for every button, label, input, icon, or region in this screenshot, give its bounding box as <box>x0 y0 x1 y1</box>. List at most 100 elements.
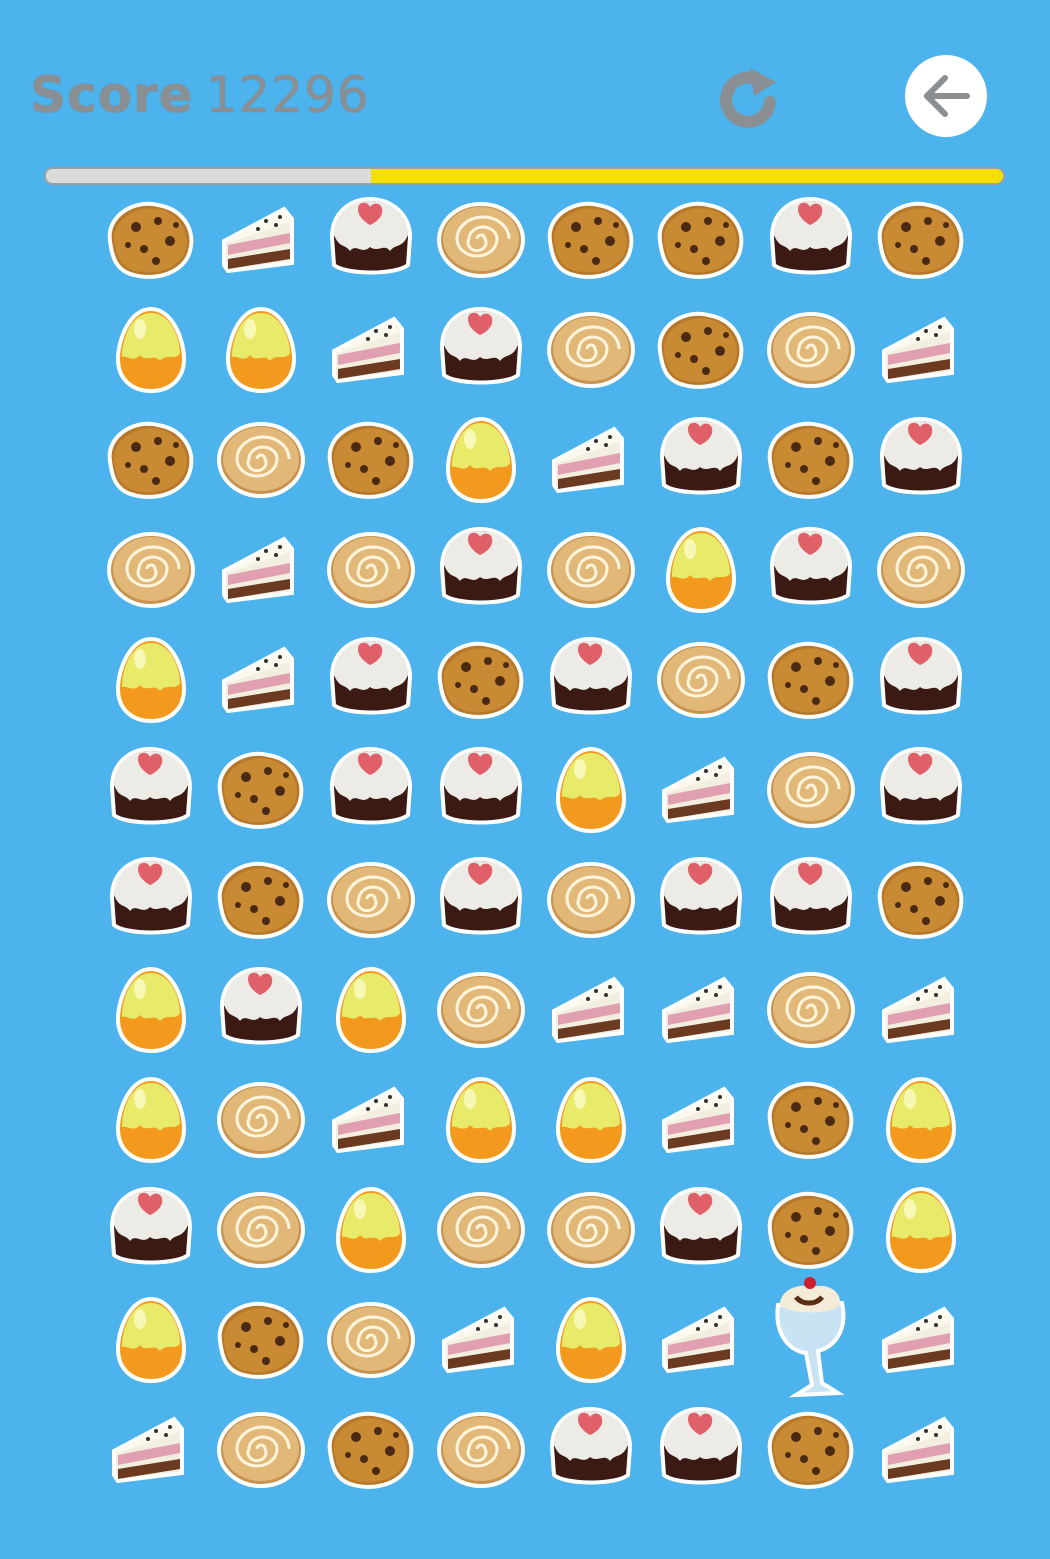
tile-cake[interactable] <box>866 1285 976 1395</box>
tile-cupcake[interactable] <box>536 1395 646 1505</box>
tile-cake[interactable] <box>316 295 426 405</box>
tile-egg[interactable] <box>536 1285 646 1395</box>
tile-cake[interactable] <box>206 625 316 735</box>
tile-egg[interactable] <box>96 625 206 735</box>
bun-icon <box>437 972 525 1048</box>
tile-cookie[interactable] <box>646 185 756 295</box>
tile-bun[interactable] <box>866 515 976 625</box>
cookie-icon <box>217 861 304 939</box>
back-button[interactable] <box>905 55 987 137</box>
tile-bun[interactable] <box>206 405 316 515</box>
tile-cupcake[interactable] <box>646 845 756 955</box>
tile-cake[interactable] <box>426 1285 536 1395</box>
tile-egg[interactable] <box>96 1065 206 1175</box>
tile-cake[interactable] <box>536 405 646 515</box>
tile-egg[interactable] <box>96 955 206 1065</box>
tile-cupcake[interactable] <box>646 1395 756 1505</box>
tile-cupcake[interactable] <box>316 625 426 735</box>
tile-cake[interactable] <box>646 1065 756 1175</box>
tile-cake[interactable] <box>206 185 316 295</box>
tile-bun[interactable] <box>756 955 866 1065</box>
tile-cake[interactable] <box>646 1285 756 1395</box>
tile-bun[interactable] <box>536 1175 646 1285</box>
tile-cupcake[interactable] <box>646 405 756 515</box>
tile-cupcake[interactable] <box>426 515 536 625</box>
tile-cake[interactable] <box>866 1395 976 1505</box>
tile-cookie[interactable] <box>206 845 316 955</box>
tile-bun[interactable] <box>426 185 536 295</box>
tile-bun[interactable] <box>316 845 426 955</box>
tile-bun[interactable] <box>206 1175 316 1285</box>
tile-egg[interactable] <box>646 515 756 625</box>
tile-cookie[interactable] <box>756 625 866 735</box>
tile-cookie[interactable] <box>756 1395 866 1505</box>
tile-cookie[interactable] <box>866 185 976 295</box>
tile-cupcake[interactable] <box>206 955 316 1065</box>
tile-cupcake[interactable] <box>426 735 536 845</box>
tile-cake[interactable] <box>96 1395 206 1505</box>
tile-cookie[interactable] <box>96 185 206 295</box>
tile-cookie[interactable] <box>536 185 646 295</box>
tile-egg[interactable] <box>426 405 536 515</box>
tile-cupcake[interactable] <box>426 845 536 955</box>
tile-cake[interactable] <box>646 955 756 1065</box>
tile-cake[interactable] <box>316 1065 426 1175</box>
tile-egg[interactable] <box>426 1065 536 1175</box>
tile-cupcake[interactable] <box>96 845 206 955</box>
tile-cookie[interactable] <box>866 845 976 955</box>
tile-bun[interactable] <box>96 515 206 625</box>
tile-cookie[interactable] <box>646 295 756 405</box>
tile-bun[interactable] <box>756 735 866 845</box>
tile-cookie[interactable] <box>206 735 316 845</box>
tile-cake[interactable] <box>206 515 316 625</box>
tile-bun[interactable] <box>426 955 536 1065</box>
tile-cupcake[interactable] <box>316 735 426 845</box>
tile-egg[interactable] <box>316 955 426 1065</box>
tile-bun[interactable] <box>756 295 866 405</box>
tile-cupcake[interactable] <box>426 295 536 405</box>
tile-bun[interactable] <box>206 1395 316 1505</box>
tile-egg[interactable] <box>866 1175 976 1285</box>
tile-cupcake[interactable] <box>96 735 206 845</box>
tile-cake[interactable] <box>536 955 646 1065</box>
tile-egg[interactable] <box>536 1065 646 1175</box>
tile-bun[interactable] <box>646 625 756 735</box>
tile-bun[interactable] <box>316 1285 426 1395</box>
tile-sundae[interactable] <box>756 1265 866 1415</box>
tile-cookie[interactable] <box>96 405 206 515</box>
tile-bun[interactable] <box>536 295 646 405</box>
tile-egg[interactable] <box>316 1175 426 1285</box>
tile-cupcake[interactable] <box>536 625 646 735</box>
tile-cupcake[interactable] <box>866 625 976 735</box>
tile-cookie[interactable] <box>426 625 536 735</box>
tile-cookie[interactable] <box>316 1395 426 1505</box>
tile-cookie[interactable] <box>206 1285 316 1395</box>
tile-egg[interactable] <box>206 295 316 405</box>
tile-cupcake[interactable] <box>96 1175 206 1285</box>
tile-bun[interactable] <box>426 1395 536 1505</box>
tile-bun[interactable] <box>316 515 426 625</box>
tile-cupcake[interactable] <box>756 845 866 955</box>
tile-cupcake[interactable] <box>646 1175 756 1285</box>
tile-cupcake[interactable] <box>316 185 426 295</box>
tile-egg[interactable] <box>866 1065 976 1175</box>
tile-cupcake[interactable] <box>756 185 866 295</box>
tile-cookie[interactable] <box>756 405 866 515</box>
tile-cake[interactable] <box>866 955 976 1065</box>
tile-cupcake[interactable] <box>866 405 976 515</box>
tile-bun[interactable] <box>426 1175 536 1285</box>
tile-cake[interactable] <box>646 735 756 845</box>
restart-button[interactable] <box>712 62 788 138</box>
tile-bun[interactable] <box>206 1065 316 1175</box>
tile-egg[interactable] <box>96 1285 206 1395</box>
tile-egg[interactable] <box>536 735 646 845</box>
tile-bun[interactable] <box>536 515 646 625</box>
tile-cupcake[interactable] <box>756 515 866 625</box>
tile-cookie[interactable] <box>756 1065 866 1175</box>
tile-egg[interactable] <box>96 295 206 405</box>
tile-cookie[interactable] <box>316 405 426 515</box>
tile-bun[interactable] <box>536 845 646 955</box>
bun-icon <box>327 862 415 938</box>
tile-cake[interactable] <box>866 295 976 405</box>
tile-cupcake[interactable] <box>866 735 976 845</box>
